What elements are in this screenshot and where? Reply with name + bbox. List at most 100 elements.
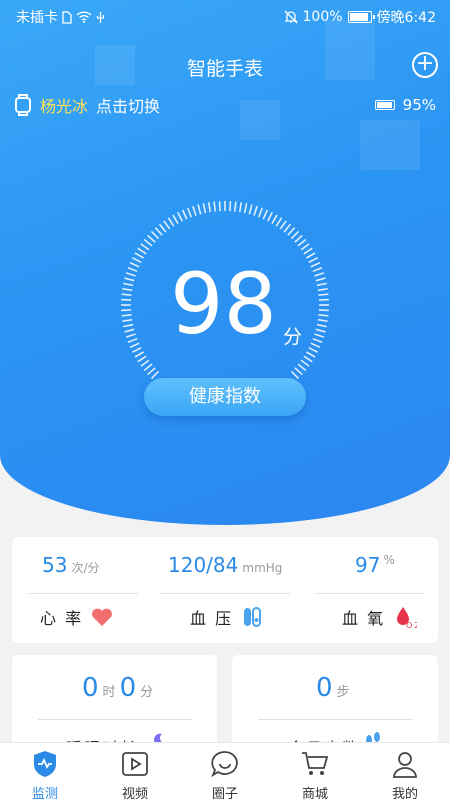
gauge-tick bbox=[125, 333, 136, 338]
gauge-tick bbox=[202, 203, 207, 214]
device-battery: 95% bbox=[374, 96, 436, 114]
gauge-tick bbox=[253, 205, 258, 216]
oxygen-drop-icon: O2 bbox=[397, 607, 417, 629]
gauge-tick bbox=[314, 333, 325, 338]
sleep-value: 0时0分 bbox=[82, 673, 154, 703]
gauge-tick bbox=[248, 204, 253, 215]
gauge-tick bbox=[316, 323, 327, 328]
gauge-tick bbox=[257, 207, 264, 218]
gauge-tick bbox=[303, 247, 313, 255]
gauge-tick bbox=[312, 266, 323, 273]
gauge-tick bbox=[140, 359, 150, 367]
gauge-tick bbox=[317, 287, 328, 292]
gauge-tick bbox=[123, 282, 134, 287]
gauge-tick bbox=[275, 217, 283, 227]
heart-rate-value: 53 次/分 bbox=[42, 553, 100, 577]
battery-icon bbox=[347, 11, 375, 23]
gauge-tick bbox=[213, 201, 216, 212]
gauge-tick bbox=[121, 293, 132, 296]
gauge-tick bbox=[317, 318, 328, 323]
divider bbox=[28, 593, 138, 594]
gauge-tick bbox=[318, 293, 329, 296]
gauge-tick bbox=[124, 277, 135, 282]
gauge-tick bbox=[147, 367, 156, 376]
divider bbox=[38, 719, 193, 720]
gauge-tick bbox=[318, 298, 329, 301]
gauge-tick bbox=[125, 272, 136, 277]
gauge-tick bbox=[186, 207, 193, 218]
gauge-tick bbox=[308, 346, 319, 353]
gauge-tick bbox=[143, 363, 153, 372]
sim-icon bbox=[62, 10, 72, 24]
tab-profile[interactable]: 我的 bbox=[375, 749, 435, 800]
gauge-tick bbox=[315, 277, 326, 282]
blood-oxygen-label: 血 氧 O2 bbox=[342, 605, 417, 629]
device-switcher[interactable]: 杨光冰 点击切换 bbox=[14, 93, 160, 117]
gauge-tick bbox=[134, 351, 144, 358]
device-battery-icon bbox=[374, 100, 395, 110]
gauge-tick bbox=[297, 363, 307, 372]
gauge-tick bbox=[262, 209, 269, 220]
gauge-tick bbox=[266, 211, 273, 222]
gauge-tick bbox=[294, 234, 303, 243]
blood-pressure-icon bbox=[244, 607, 262, 627]
gauge-tick bbox=[123, 323, 134, 328]
gauge-tick bbox=[312, 337, 323, 344]
tab-shop[interactable]: 商城 bbox=[285, 749, 345, 800]
gauge-tick bbox=[316, 282, 327, 287]
plus-icon: + bbox=[415, 51, 435, 76]
gauge-tick bbox=[131, 346, 142, 353]
gauge-tick bbox=[197, 204, 202, 215]
user-name: 杨光冰 bbox=[40, 97, 89, 116]
tab-monitor[interactable]: 监测 bbox=[15, 749, 75, 800]
gauge-tick bbox=[129, 342, 140, 349]
gauge-tick bbox=[121, 298, 132, 301]
gauge-tick bbox=[238, 202, 243, 213]
gauge-tick bbox=[154, 227, 163, 236]
mute-bell-icon bbox=[283, 10, 298, 24]
profile-icon bbox=[393, 752, 417, 778]
health-score-unit: 分 bbox=[283, 326, 303, 348]
add-device-button[interactable]: + bbox=[412, 52, 438, 78]
gauge-tick bbox=[306, 351, 316, 358]
wifi-icon bbox=[76, 11, 92, 23]
gauge-tick bbox=[163, 220, 171, 230]
blood-pressure-label: 血 压 bbox=[190, 605, 263, 629]
bottom-tab-bar: 监测 视频 圈子 商城 我的 bbox=[0, 742, 450, 800]
gauge-tick bbox=[297, 238, 307, 247]
switch-label: 点击切换 bbox=[96, 97, 161, 116]
health-index-button[interactable]: 健康指数 bbox=[144, 378, 306, 416]
sleep-card[interactable]: 0时0分 睡眠时长 bbox=[12, 655, 217, 758]
gauge-tick bbox=[300, 243, 310, 251]
gauge-tick bbox=[124, 328, 135, 333]
gauge-tick bbox=[150, 230, 160, 240]
gauge-tick bbox=[283, 223, 292, 233]
gauge-tick bbox=[314, 272, 325, 277]
gauge-tick bbox=[310, 261, 321, 268]
tab-circle[interactable]: 圈子 bbox=[195, 749, 255, 800]
gauge-tick bbox=[287, 227, 296, 236]
cart-icon bbox=[302, 752, 329, 775]
heart-icon bbox=[92, 608, 113, 626]
gauge-tick bbox=[192, 205, 197, 216]
clock: 傍晚6:42 bbox=[376, 10, 436, 26]
gauge-tick bbox=[131, 257, 142, 264]
divider bbox=[160, 593, 290, 594]
gauge-tick bbox=[294, 367, 303, 376]
tab-video[interactable]: 视频 bbox=[105, 749, 165, 800]
gauge-tick bbox=[143, 238, 153, 247]
steps-value: 0步 bbox=[316, 673, 350, 703]
watch-icon bbox=[15, 94, 31, 116]
monitor-icon bbox=[34, 751, 56, 777]
gauge-tick bbox=[158, 223, 167, 233]
device-battery-value: 95% bbox=[402, 96, 436, 114]
heart-rate-label: 心 率 bbox=[40, 605, 113, 629]
divider bbox=[258, 719, 413, 720]
gauge-tick bbox=[140, 243, 150, 251]
gauge-tick bbox=[310, 342, 321, 349]
gauge-tick bbox=[229, 201, 232, 212]
gauge-tick bbox=[271, 214, 278, 224]
steps-card[interactable]: 0步 今日步数 bbox=[232, 655, 438, 758]
gauge-tick bbox=[134, 252, 144, 259]
gauge-tick bbox=[147, 234, 156, 243]
